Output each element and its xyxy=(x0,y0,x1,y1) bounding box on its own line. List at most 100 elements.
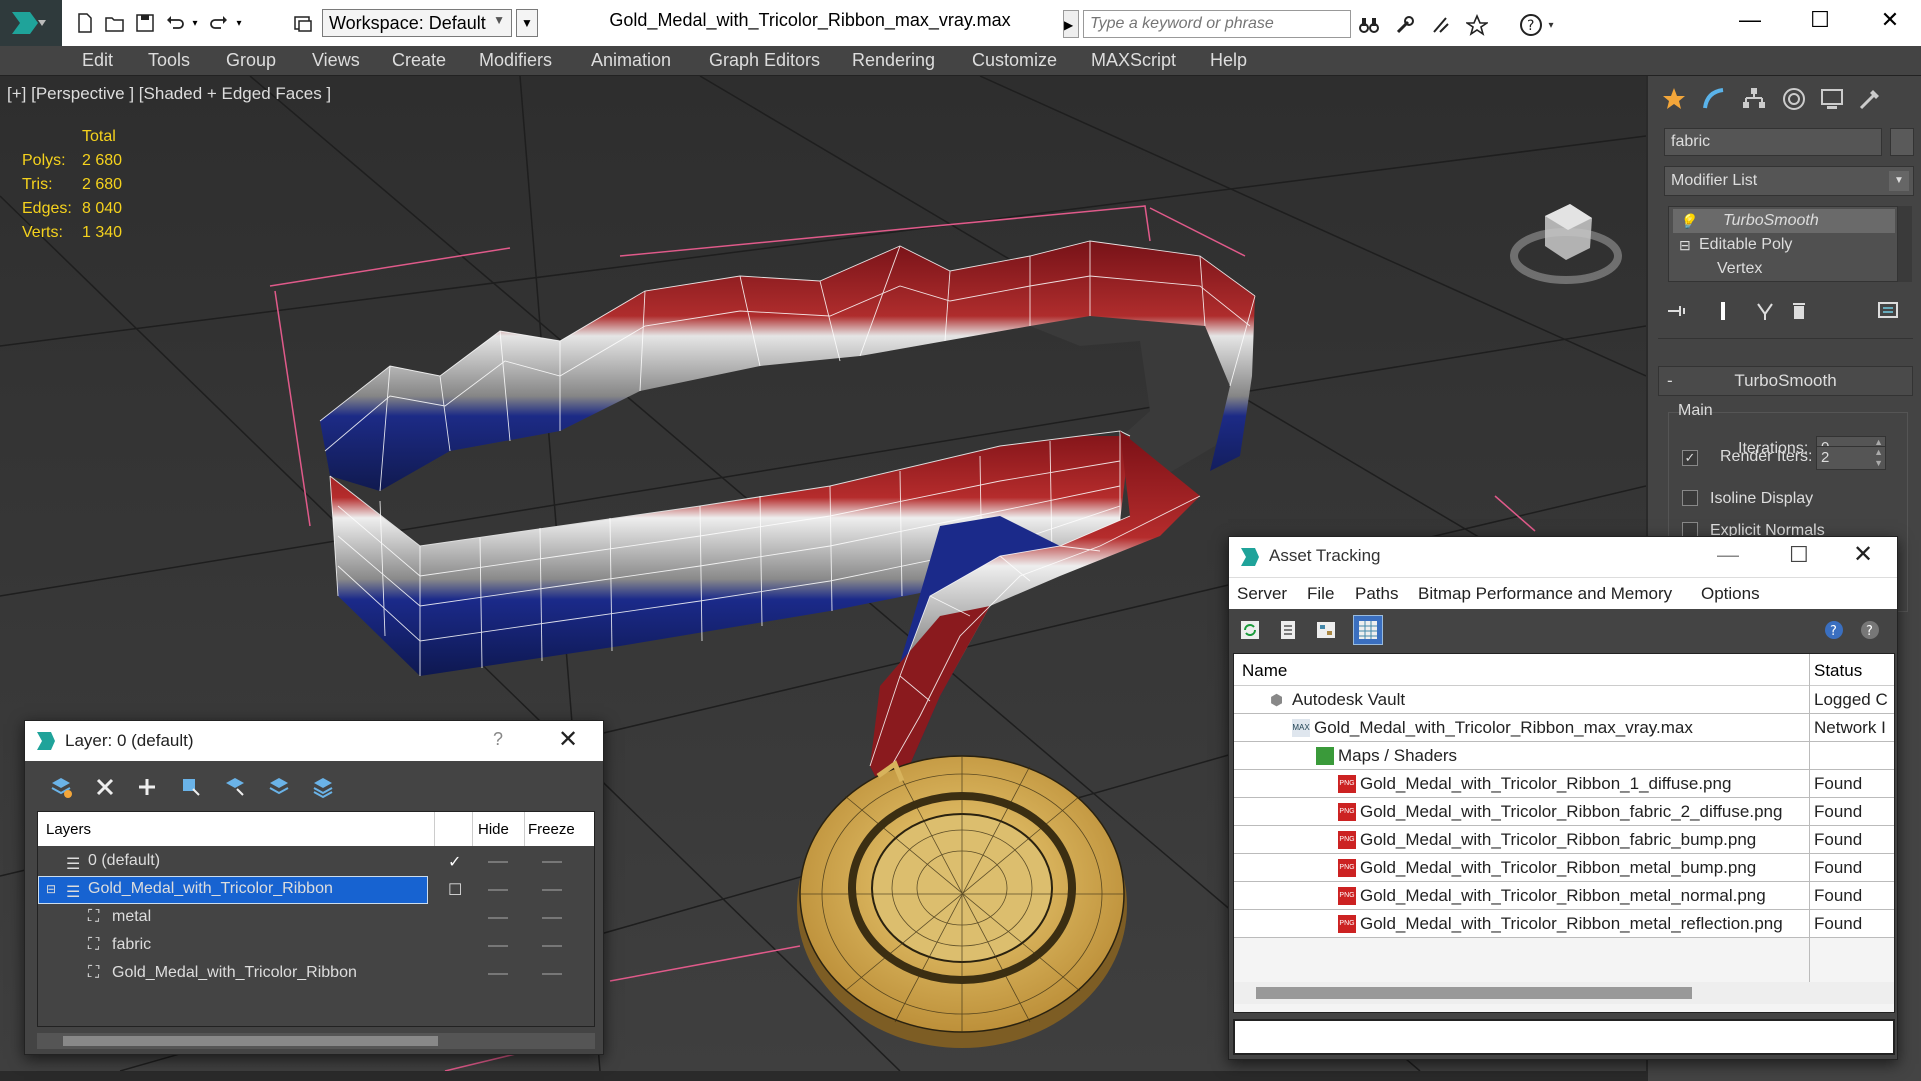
freeze-toggle[interactable] xyxy=(542,973,562,975)
menu-options[interactable]: Options xyxy=(1701,584,1760,604)
viewport-label[interactable]: [+] [Perspective ] [Shaded + Edged Faces… xyxy=(7,84,331,104)
hide-toggle[interactable] xyxy=(488,917,508,919)
freeze-all-layers-icon[interactable] xyxy=(307,771,339,803)
create-tab-icon[interactable] xyxy=(1656,82,1692,116)
scrollbar-thumb[interactable] xyxy=(63,1036,438,1046)
menu-file[interactable]: File xyxy=(1307,584,1334,604)
add-to-layer-icon[interactable] xyxy=(131,771,163,803)
minimize-window-icon[interactable]: — xyxy=(1720,0,1780,40)
freeze-toggle[interactable] xyxy=(542,861,562,863)
render-iters-spinner[interactable]: 2 ▲ ▼ xyxy=(1816,446,1886,470)
close-icon[interactable]: ✕ xyxy=(558,725,578,754)
help-icon[interactable]: ? xyxy=(1819,615,1849,645)
menu-group[interactable]: Group xyxy=(226,50,276,71)
isoline-display-checkbox[interactable] xyxy=(1682,490,1698,506)
menu-animation[interactable]: Animation xyxy=(591,50,671,71)
object-color-swatch[interactable] xyxy=(1890,128,1914,156)
menu-maxscript[interactable]: MAXScript xyxy=(1091,50,1176,71)
stack-scrollbar[interactable] xyxy=(1898,206,1912,282)
expand-icon[interactable]: ⊟ xyxy=(46,882,56,896)
menu-tools[interactable]: Tools xyxy=(148,50,190,71)
new-layer-icon[interactable] xyxy=(45,771,77,803)
freeze-toggle[interactable] xyxy=(542,889,562,891)
menu-create[interactable]: Create xyxy=(392,50,446,71)
save-file-icon[interactable] xyxy=(132,10,158,36)
thumbnail-view-icon[interactable] xyxy=(1311,615,1341,645)
menu-help[interactable]: Help xyxy=(1210,50,1247,71)
menu-server[interactable]: Server xyxy=(1237,584,1287,604)
hide-toggle[interactable] xyxy=(488,861,508,863)
menu-modifiers[interactable]: Modifiers xyxy=(479,50,552,71)
asset-path-field[interactable] xyxy=(1233,1019,1895,1055)
workspace-dropdown[interactable]: Workspace: Default ▼ xyxy=(322,9,512,37)
collapse-toggle-icon[interactable]: ⊟ xyxy=(1679,233,1691,257)
tools-icon[interactable] xyxy=(1392,12,1418,38)
stack-item-turbosmooth[interactable]: 💡 TurboSmooth xyxy=(1673,209,1895,233)
utilities-tab-icon[interactable] xyxy=(1852,82,1888,116)
lightbulb-icon[interactable]: 💡 xyxy=(1679,209,1696,233)
table-view-icon[interactable] xyxy=(1353,615,1383,645)
redo-dropdown-icon[interactable]: ▾ xyxy=(232,10,246,36)
minimize-icon[interactable]: — xyxy=(1717,542,1739,568)
asset-dialog-titlebar[interactable]: Asset Tracking — ☐ ✕ xyxy=(1229,537,1897,577)
make-current-icon[interactable]: ☐ xyxy=(448,880,462,900)
delete-layer-icon[interactable] xyxy=(89,771,121,803)
close-icon[interactable]: ✕ xyxy=(1853,540,1873,569)
column-layers[interactable]: Layers xyxy=(46,821,91,838)
asset-row[interactable]: PNG Gold_Medal_with_Tricolor_Ribbon_fabr… xyxy=(1234,798,1894,826)
remove-modifier-icon[interactable] xyxy=(1784,296,1814,326)
new-file-icon[interactable] xyxy=(72,10,98,36)
app-logo-button[interactable] xyxy=(0,0,62,46)
menu-graph-editors[interactable]: Graph Editors xyxy=(709,50,820,71)
column-status[interactable]: Status xyxy=(1814,661,1862,681)
asset-horizontal-scrollbar[interactable] xyxy=(1234,982,1894,1004)
project-folder-icon[interactable] xyxy=(290,10,316,36)
turbosmooth-rollout-header[interactable]: - TurboSmooth xyxy=(1658,366,1913,396)
render-iters-checkbox[interactable]: ✓ xyxy=(1682,450,1698,466)
help-icon[interactable]: ? xyxy=(1518,12,1544,38)
current-layer-check-icon[interactable]: ✓ xyxy=(448,852,461,872)
menu-edit[interactable]: Edit xyxy=(82,50,113,71)
display-tab-icon[interactable] xyxy=(1814,82,1850,116)
menu-paths[interactable]: Paths xyxy=(1355,584,1398,604)
column-hide[interactable]: Hide xyxy=(478,821,509,838)
hide-all-layers-icon[interactable] xyxy=(263,771,295,803)
object-row[interactable]: ⛶ metal xyxy=(38,904,594,932)
show-end-result-icon[interactable] xyxy=(1708,296,1738,326)
binoculars-icon[interactable] xyxy=(1356,12,1382,38)
make-unique-icon[interactable] xyxy=(1750,296,1780,326)
highlight-layer-icon[interactable] xyxy=(219,771,251,803)
layer-row-selected[interactable]: ⊟ ☰ Gold_Medal_with_Tricolor_Ribbon ☐ xyxy=(38,876,594,904)
stack-item-editable-poly[interactable]: ⊟ Editable Poly xyxy=(1673,233,1895,257)
asset-row[interactable]: PNG Gold_Medal_with_Tricolor_Ribbon_1_di… xyxy=(1234,770,1894,798)
asset-row[interactable]: PNG Gold_Medal_with_Tricolor_Ribbon_meta… xyxy=(1234,882,1894,910)
modify-tab-icon[interactable] xyxy=(1696,82,1732,116)
context-help-icon[interactable]: ? xyxy=(1855,615,1885,645)
layer-row[interactable]: ☰ 0 (default) ✓ xyxy=(38,848,594,876)
menu-bitmap-performance[interactable]: Bitmap Performance and Memory xyxy=(1418,584,1672,604)
workspace-menu-button[interactable]: ▼ xyxy=(516,9,538,37)
asset-row[interactable]: ⬢ Autodesk Vault Logged C xyxy=(1234,686,1894,714)
maximize-window-icon[interactable]: ☐ xyxy=(1790,0,1850,40)
hide-toggle[interactable] xyxy=(488,945,508,947)
freeze-toggle[interactable] xyxy=(542,945,562,947)
asset-row[interactable]: PNG Gold_Medal_with_Tricolor_Ribbon_meta… xyxy=(1234,854,1894,882)
object-row[interactable]: ⛶ fabric xyxy=(38,932,594,960)
search-expand-icon[interactable]: ▶ xyxy=(1063,10,1079,38)
stack-item-vertex[interactable]: Vertex xyxy=(1673,257,1895,281)
object-name-field[interactable] xyxy=(1664,128,1882,156)
spinner-arrows-icon[interactable]: ▲▼ xyxy=(1874,447,1883,469)
help-dropdown-icon[interactable]: ▾ xyxy=(1544,12,1558,38)
refresh-icon[interactable] xyxy=(1235,615,1265,645)
menu-rendering[interactable]: Rendering xyxy=(852,50,935,71)
menu-views[interactable]: Views xyxy=(312,50,360,71)
open-file-icon[interactable] xyxy=(102,10,128,36)
sign-in-icon[interactable] xyxy=(1428,12,1454,38)
column-name[interactable]: Name xyxy=(1242,661,1287,681)
menu-customize[interactable]: Customize xyxy=(972,50,1057,71)
select-objects-icon[interactable] xyxy=(175,771,207,803)
asset-row[interactable]: Maps / Shaders xyxy=(1234,742,1894,770)
pin-stack-icon[interactable] xyxy=(1662,296,1692,326)
modifier-list-dropdown[interactable]: Modifier List ▼ xyxy=(1664,166,1914,196)
favorite-star-icon[interactable] xyxy=(1464,12,1490,38)
